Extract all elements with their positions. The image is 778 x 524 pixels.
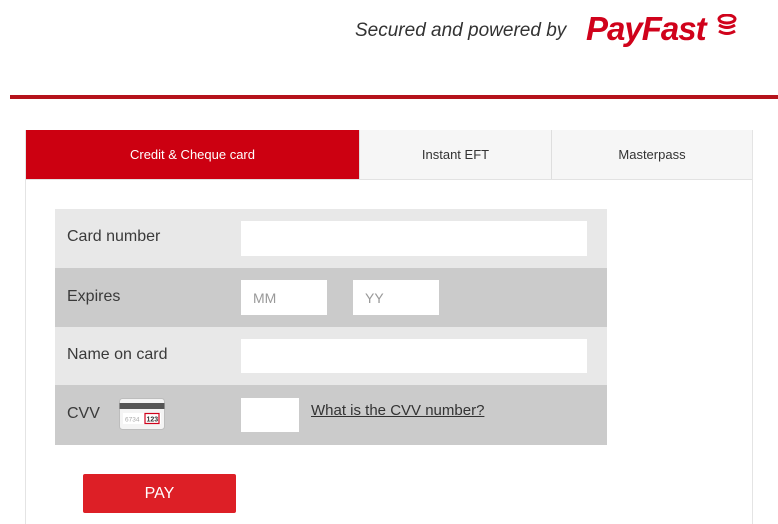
payment-panel: Credit & Cheque card Instant EFT Masterp… xyxy=(26,130,752,524)
tab-credit-cheque-card[interactable]: Credit & Cheque card xyxy=(26,130,359,179)
card-number-row: Card number xyxy=(55,209,607,268)
payment-method-tabs: Credit & Cheque card Instant EFT Masterp… xyxy=(26,130,752,180)
card-digits-text: 6734 xyxy=(125,417,140,424)
card-code-text: 123 xyxy=(147,417,159,424)
header: Secured and powered by PayFast xyxy=(0,0,778,99)
expires-label: Expires xyxy=(67,288,121,305)
tab-instant-eft[interactable]: Instant EFT xyxy=(359,130,551,179)
pay-button[interactable]: PAY xyxy=(83,474,236,513)
name-on-card-input[interactable] xyxy=(241,339,587,373)
header-divider xyxy=(10,95,778,99)
tab-masterpass[interactable]: Masterpass xyxy=(551,130,752,179)
secured-by-text: Secured and powered by xyxy=(355,20,567,41)
coin-stack-icon xyxy=(717,14,737,35)
expiry-month-input[interactable] xyxy=(241,280,327,315)
card-number-label: Card number xyxy=(67,228,161,245)
cvv-card-icon: 6734 123 xyxy=(119,398,165,430)
name-on-card-row: Name on card xyxy=(55,327,607,385)
payfast-logo: PayFast xyxy=(586,10,707,47)
card-form: Card number Expires Name on card CVV 673… xyxy=(55,209,607,445)
card-number-input[interactable] xyxy=(241,221,587,256)
cvv-row: CVV 6734 123 What is the CVV number? xyxy=(55,385,607,445)
cvv-label: CVV xyxy=(67,405,100,422)
name-on-card-label: Name on card xyxy=(67,346,168,363)
cvv-input[interactable] xyxy=(241,398,299,432)
expires-row: Expires xyxy=(55,268,607,327)
what-is-cvv-link[interactable]: What is the CVV number? xyxy=(311,402,484,419)
expiry-year-input[interactable] xyxy=(353,280,439,315)
